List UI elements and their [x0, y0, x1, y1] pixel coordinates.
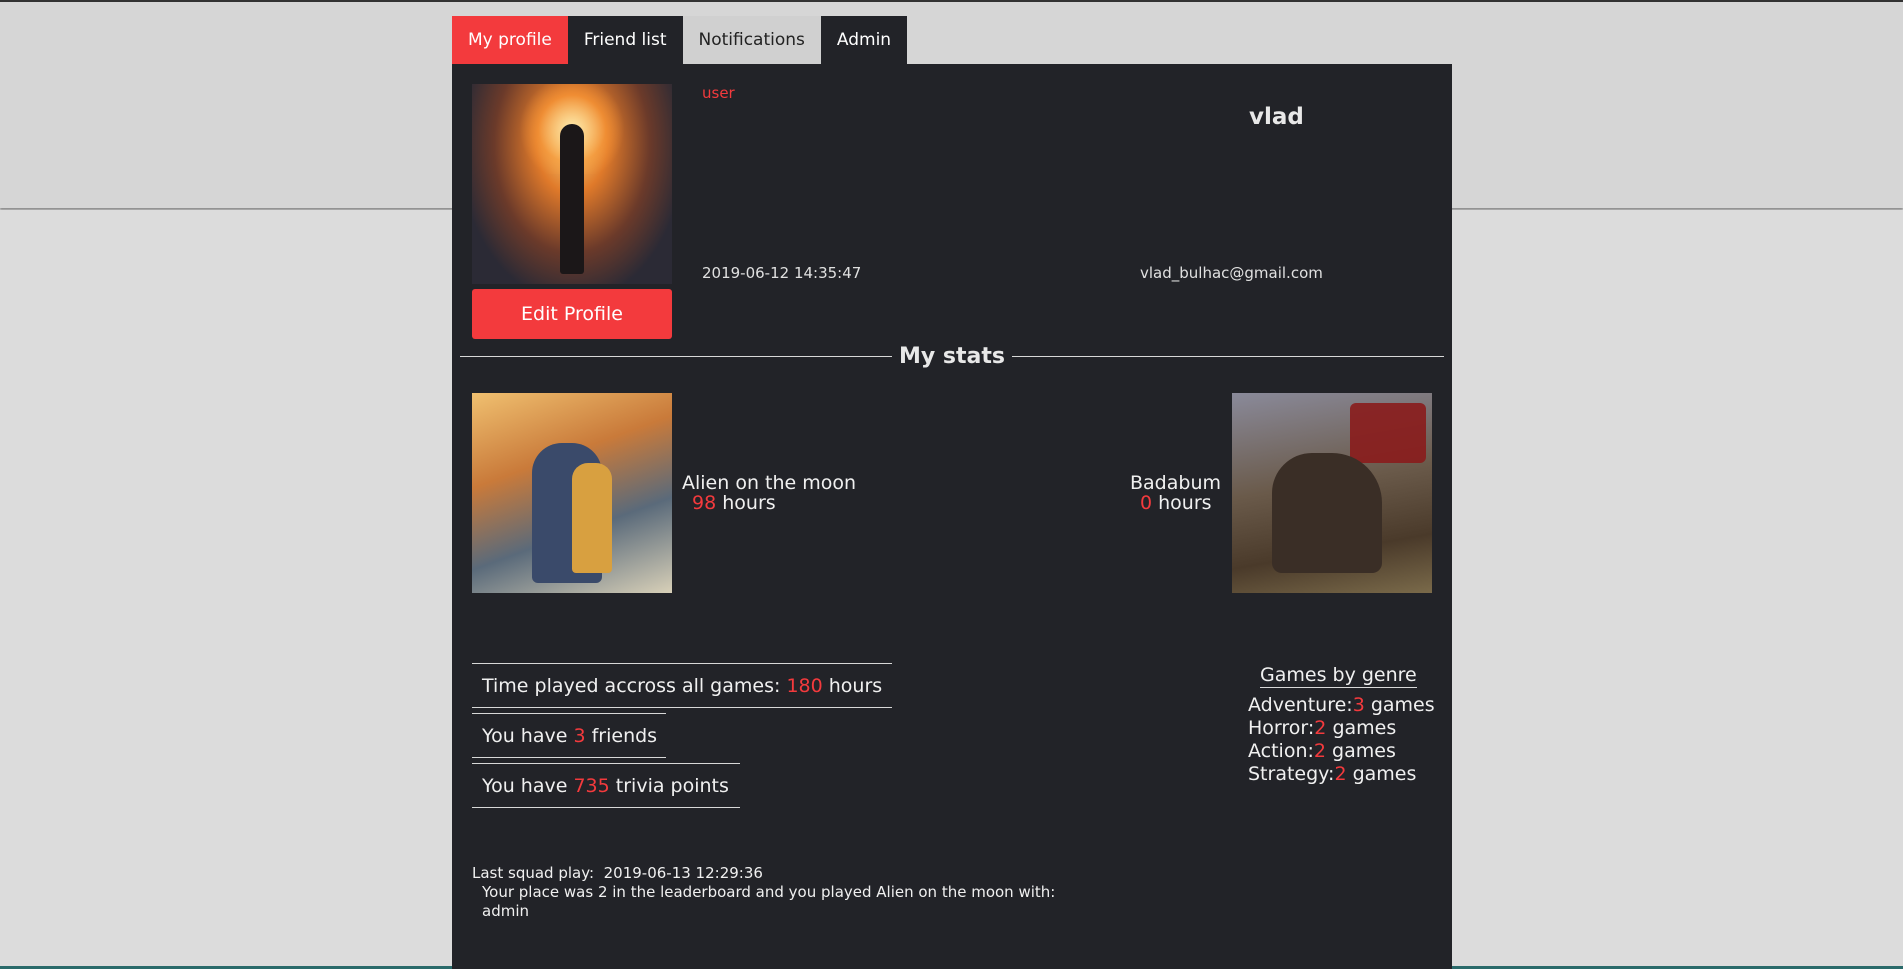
stat-value: 735 — [573, 774, 610, 797]
genre-name: Strategy: — [1248, 763, 1335, 785]
game-hours: 0 hours — [1140, 492, 1212, 514]
genre-count: 2 — [1334, 763, 1347, 785]
time-played-stat: Time played accross all games: 180 hours — [472, 663, 892, 708]
game-hours-label: hours — [722, 492, 776, 514]
game-name: Alien on the moon — [682, 472, 857, 494]
last-squad-play: Last squad play: 2019-06-13 12:29:36 You… — [472, 864, 1055, 921]
squad-summary: Your place was 2 in the leaderboard and … — [482, 883, 1056, 901]
profile-tabs: My profile Friend list Notifications Adm… — [452, 16, 908, 64]
game-cover-alien-on-the-moon[interactable] — [472, 393, 672, 593]
game-hours-label: hours — [1158, 492, 1212, 514]
cover-logo-shape — [1350, 403, 1426, 463]
genre-title: Games by genre — [1260, 664, 1417, 688]
stat-value: 3 — [573, 724, 586, 747]
genre-count: 2 — [1314, 717, 1327, 739]
stat-label: You have — [482, 774, 568, 797]
game-hours-value: 0 — [1140, 492, 1153, 514]
squad-header: Last squad play: 2019-06-13 12:29:36 — [472, 864, 1055, 883]
friends-stat: You have 3 friends — [472, 713, 666, 758]
stat-unit: hours — [828, 674, 883, 697]
cover-art-shape — [1272, 453, 1382, 573]
squad-label: Last squad play: — [472, 864, 595, 882]
genre-unit: games — [1370, 694, 1435, 716]
genre-count: 2 — [1313, 740, 1326, 762]
stat-unit: trivia points — [615, 774, 729, 797]
squad-date: 2019-06-13 12:29:36 — [603, 864, 763, 882]
genre-name: Adventure: — [1248, 694, 1353, 716]
game-name: Badabum — [1130, 472, 1221, 494]
edit-profile-button[interactable]: Edit Profile — [472, 289, 672, 339]
stat-value: 180 — [786, 674, 823, 697]
genre-unit: games — [1332, 740, 1396, 762]
join-date: 2019-06-12 14:35:47 — [702, 264, 862, 282]
username: vlad — [1249, 104, 1304, 130]
genre-item: Adventure:3 games — [1248, 694, 1435, 717]
stat-label: Time played accross all games: — [482, 674, 781, 697]
genre-list: Adventure:3 games Horror:2 games Action:… — [1248, 694, 1435, 786]
game-hours-value: 98 — [692, 492, 717, 514]
game-hours: 98 hours — [692, 492, 776, 514]
stats-title: My stats — [892, 344, 1012, 369]
genre-unit: games — [1352, 763, 1417, 785]
user-email: vlad_bulhac@gmail.com — [1140, 264, 1323, 282]
tab-friend-list[interactable]: Friend list — [567, 16, 683, 64]
genre-name: Horror: — [1248, 717, 1315, 739]
profile-panel: Edit Profile user vlad 2019-06-12 14:35:… — [452, 64, 1452, 969]
game-cover-badabum[interactable] — [1232, 393, 1432, 593]
user-role: user — [702, 84, 735, 102]
squad-players: admin — [482, 902, 529, 920]
avatar-figure — [560, 124, 584, 274]
genre-count: 3 — [1352, 694, 1365, 716]
trivia-stat: You have 735 trivia points — [472, 763, 740, 808]
avatar — [472, 84, 672, 284]
tab-my-profile[interactable]: My profile — [452, 16, 568, 64]
genre-item: Strategy:2 games — [1248, 763, 1435, 786]
stat-unit: friends — [591, 724, 658, 747]
genre-name: Action: — [1248, 740, 1314, 762]
stat-label: You have — [482, 724, 568, 747]
tab-notifications[interactable]: Notifications — [682, 16, 821, 64]
genre-unit: games — [1332, 717, 1397, 739]
cover-art-shape — [572, 463, 612, 573]
genre-item: Action:2 games — [1248, 740, 1435, 763]
tab-admin[interactable]: Admin — [820, 16, 908, 64]
genre-item: Horror:2 games — [1248, 717, 1435, 740]
